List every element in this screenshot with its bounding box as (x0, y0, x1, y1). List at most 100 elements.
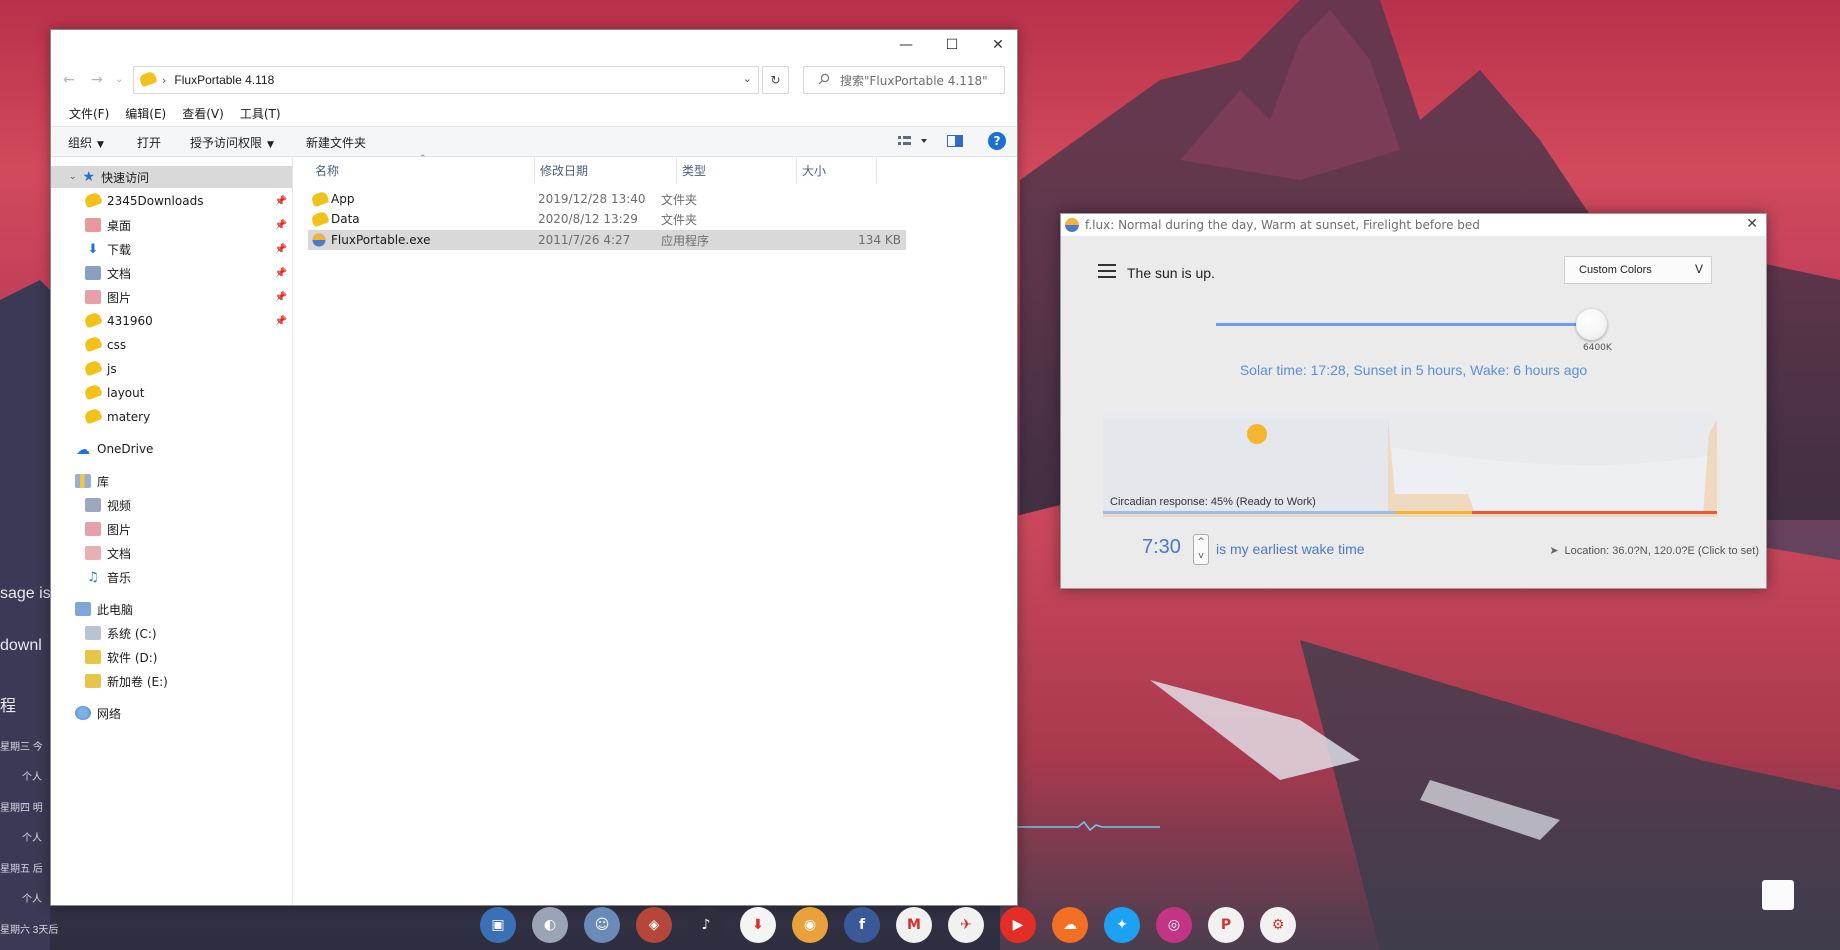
pin-icon[interactable]: 📌 (275, 220, 287, 231)
flux-app-icon (312, 233, 326, 250)
title-bar[interactable]: — ☐ ✕ (51, 30, 1017, 60)
sidebar-item-drive-e[interactable]: 新加卷 (E:) (51, 670, 292, 692)
defiant-icon[interactable]: ✈ (948, 907, 984, 943)
sidebar-item-2345downloads[interactable]: 2345Downloads 📌 (51, 190, 292, 212)
sidebar-item-js[interactable]: js (51, 358, 292, 380)
sidebar-item-onedrive[interactable]: ☁ OneDrive (51, 438, 292, 460)
back-arrow-icon[interactable]: ← (63, 72, 75, 88)
column-header-name[interactable]: 名称 (310, 158, 535, 183)
instagram-icon[interactable]: ◎ (1156, 907, 1192, 943)
open-button[interactable]: 打开 (137, 134, 161, 151)
drive-icon (85, 674, 101, 688)
pinterest-icon[interactable]: P (1208, 907, 1244, 943)
location-link[interactable]: ➤ Location: 36.0?N, 120.0?E (Click to set… (1549, 544, 1759, 557)
sidebar-item-videos[interactable]: 视频 (51, 494, 292, 516)
forward-arrow-icon[interactable]: → (91, 72, 103, 88)
sidebar-item-pictures[interactable]: 图片 📌 (51, 286, 292, 308)
computer-icon[interactable]: ▣ (480, 907, 516, 943)
sidebar-item-label: 文档 (107, 266, 132, 281)
recent-locations-icon[interactable]: ⌄ (115, 74, 123, 85)
wake-time-stepper[interactable]: ^ v (1193, 534, 1209, 565)
address-bar[interactable]: › FluxPortable 4.118 ⌄ (133, 66, 759, 94)
sidebar-item-network[interactable]: 网络 (51, 702, 292, 724)
chrome-icon[interactable]: ◉ (792, 907, 828, 943)
widget-text: sage is (0, 585, 51, 602)
maximize-button[interactable]: ☐ (929, 30, 975, 60)
color-temperature-slider-handle[interactable] (1576, 309, 1607, 340)
wallpaper-app-icon[interactable]: ◐ (532, 907, 568, 943)
pin-icon[interactable]: 📌 (275, 244, 287, 255)
sidebar-item-lib-pictures[interactable]: 图片 (51, 518, 292, 540)
address-path[interactable]: FluxPortable 4.118 (174, 73, 274, 87)
organize-button[interactable]: 组织 ▼ (68, 134, 104, 151)
sidebar-item-layout[interactable]: layout (51, 382, 292, 404)
column-header-size[interactable]: 大小 (797, 158, 877, 183)
help-button[interactable]: ? (988, 132, 1006, 150)
sidebar-item-drive-c[interactable]: 系统 (C:) (51, 622, 292, 644)
chevron-up-icon[interactable]: ^ (1194, 535, 1208, 549)
new-folder-button[interactable]: 新建文件夹 (306, 134, 366, 151)
sidebar-item-label: 2345Downloads (107, 194, 204, 208)
sun-position-marker[interactable] (1247, 424, 1267, 444)
menu-file[interactable]: 文件(F) (69, 105, 109, 122)
twitter-icon[interactable]: ✦ (1104, 907, 1140, 943)
facebook-icon[interactable]: f (844, 907, 880, 943)
chevron-down-icon[interactable]: ⌄ (69, 172, 77, 182)
grant-access-button[interactable]: 授予访问权限 ▼ (190, 134, 274, 151)
search-input[interactable]: 搜索"FluxPortable 4.118" (803, 66, 1005, 94)
game-icon[interactable]: ◈ (636, 907, 672, 943)
sidebar-item-music[interactable]: ♫ 音乐 (51, 566, 292, 588)
sidebar-item-css[interactable]: css (51, 334, 292, 356)
sidebar-item-label: 音乐 (107, 570, 132, 585)
color-mode-dropdown[interactable]: Custom Colors V (1564, 256, 1712, 284)
widget-text: downl (0, 637, 42, 654)
minimize-button[interactable]: — (883, 30, 929, 60)
sidebar-item-desktop[interactable]: 桌面 📌 (51, 214, 292, 236)
chevron-right-icon[interactable]: › (162, 74, 166, 87)
sidebar-item-431960[interactable]: 431960 📌 (51, 310, 292, 332)
pin-icon[interactable]: 📌 (275, 292, 287, 303)
pin-icon[interactable]: 📌 (275, 196, 287, 207)
flux-title-bar[interactable]: f.lux: Normal during the day, Warm at su… (1061, 214, 1766, 236)
refresh-button[interactable]: ↻ (762, 66, 789, 94)
sidebar-item-library[interactable]: 库 (51, 470, 292, 492)
pin-icon[interactable]: 📌 (275, 268, 287, 279)
firelight-segment (1472, 511, 1717, 514)
chevron-down-icon[interactable]: v (1194, 549, 1208, 563)
menu-view[interactable]: 查看(V) (182, 105, 224, 122)
menu-bar: 文件(F) 编辑(E) 查看(V) 工具(T) (51, 101, 1017, 127)
preview-pane-button[interactable] (946, 132, 964, 153)
music-app-icon[interactable]: ♪ (688, 907, 724, 943)
close-button[interactable]: ✕ (975, 30, 1021, 60)
sidebar-item-documents[interactable]: 文档 📌 (51, 262, 292, 284)
gmail-icon[interactable]: M (896, 907, 932, 943)
sidebar-item-matery[interactable]: matery (51, 406, 292, 428)
column-header-type[interactable]: 类型 (677, 158, 797, 183)
sidebar-item-this-pc[interactable]: 此电脑 (51, 598, 292, 620)
chevron-down-icon[interactable]: ⌄ (743, 72, 752, 85)
soundcloud-icon[interactable]: ☁ (1052, 907, 1088, 943)
wake-time-value[interactable]: 7:30 (1142, 536, 1181, 559)
sidebar-item-quick-access[interactable]: ⌄ ★ 快速访问 (51, 166, 292, 188)
sidebar-item-drive-d[interactable]: 软件 (D:) (51, 646, 292, 668)
column-header-date[interactable]: 修改日期 (535, 158, 677, 183)
desktop-note-widget[interactable] (1762, 880, 1794, 910)
menu-icon[interactable] (1098, 264, 1116, 282)
color-temperature-track[interactable] (1216, 323, 1581, 326)
pin-icon[interactable]: 📌 (275, 316, 287, 327)
youtube-icon[interactable]: ▶ (1000, 907, 1036, 943)
table-row[interactable]: FluxPortable.exe 2011/7/26 4:27 应用程序 134… (308, 230, 906, 250)
table-row[interactable]: App 2019/12/28 13:40 文件夹 (308, 189, 906, 209)
settings-app-icon[interactable]: ⚙ (1260, 907, 1296, 943)
menu-edit[interactable]: 编辑(E) (125, 105, 166, 122)
table-row[interactable]: Data 2020/8/12 13:29 文件夹 (308, 209, 906, 229)
view-options-button[interactable] (896, 132, 930, 153)
drive-icon (85, 650, 101, 664)
menu-tools[interactable]: 工具(T) (240, 105, 281, 122)
close-button[interactable]: ✕ (1746, 216, 1758, 232)
sidebar-item-lib-documents[interactable]: 文档 (51, 542, 292, 564)
finder-icon[interactable]: ☺ (584, 907, 620, 943)
download-icon[interactable]: ⬇ (740, 907, 776, 943)
caret-down-icon: ▼ (97, 140, 104, 150)
sidebar-item-downloads[interactable]: ⬇ 下载 📌 (51, 238, 292, 260)
